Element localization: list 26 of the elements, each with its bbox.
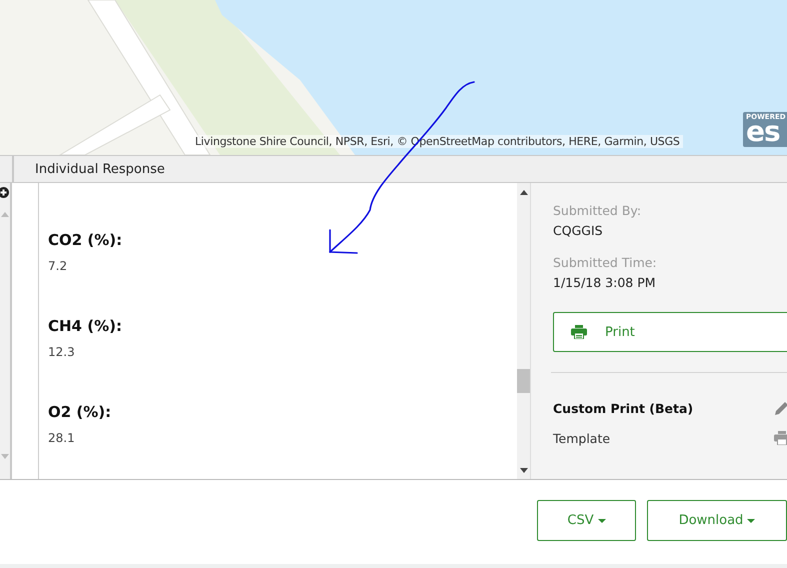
custom-print-title: Custom Print (Beta) <box>553 400 694 416</box>
caret-icon <box>598 518 606 522</box>
printer-icon[interactable] <box>774 431 787 445</box>
field-value: 12.3 <box>48 345 76 359</box>
info-label: Submitted Time: <box>553 255 658 270</box>
caret-icon <box>747 518 756 522</box>
pencil-icon[interactable] <box>774 400 787 416</box>
template-label: Template <box>553 430 610 446</box>
add-icon[interactable] <box>0 187 8 198</box>
print-button[interactable]: Print <box>553 312 787 352</box>
info-value: 1/15/18 3:08 PM <box>553 275 657 290</box>
field-value: 7.2 <box>48 259 68 273</box>
scroll-down-icon[interactable] <box>520 468 528 473</box>
printer-icon <box>571 325 587 339</box>
dropdown-button[interactable]: CSV <box>537 500 636 541</box>
panel-title: Individual Response <box>35 162 165 176</box>
scroll-thumb[interactable] <box>517 369 530 393</box>
info-label: Submitted By: <box>553 203 642 218</box>
field-label: CO2 (%): <box>48 231 124 249</box>
dropdown-button[interactable]: Download <box>647 500 787 541</box>
field-label: CH4 (%): <box>48 317 123 335</box>
field-label: O2 (%): <box>48 403 112 421</box>
scroll-up-icon[interactable] <box>520 190 528 195</box>
field-value: 28.1 <box>48 431 76 445</box>
scrollbar[interactable] <box>517 183 530 479</box>
info-value: CQGGIS <box>553 223 604 238</box>
